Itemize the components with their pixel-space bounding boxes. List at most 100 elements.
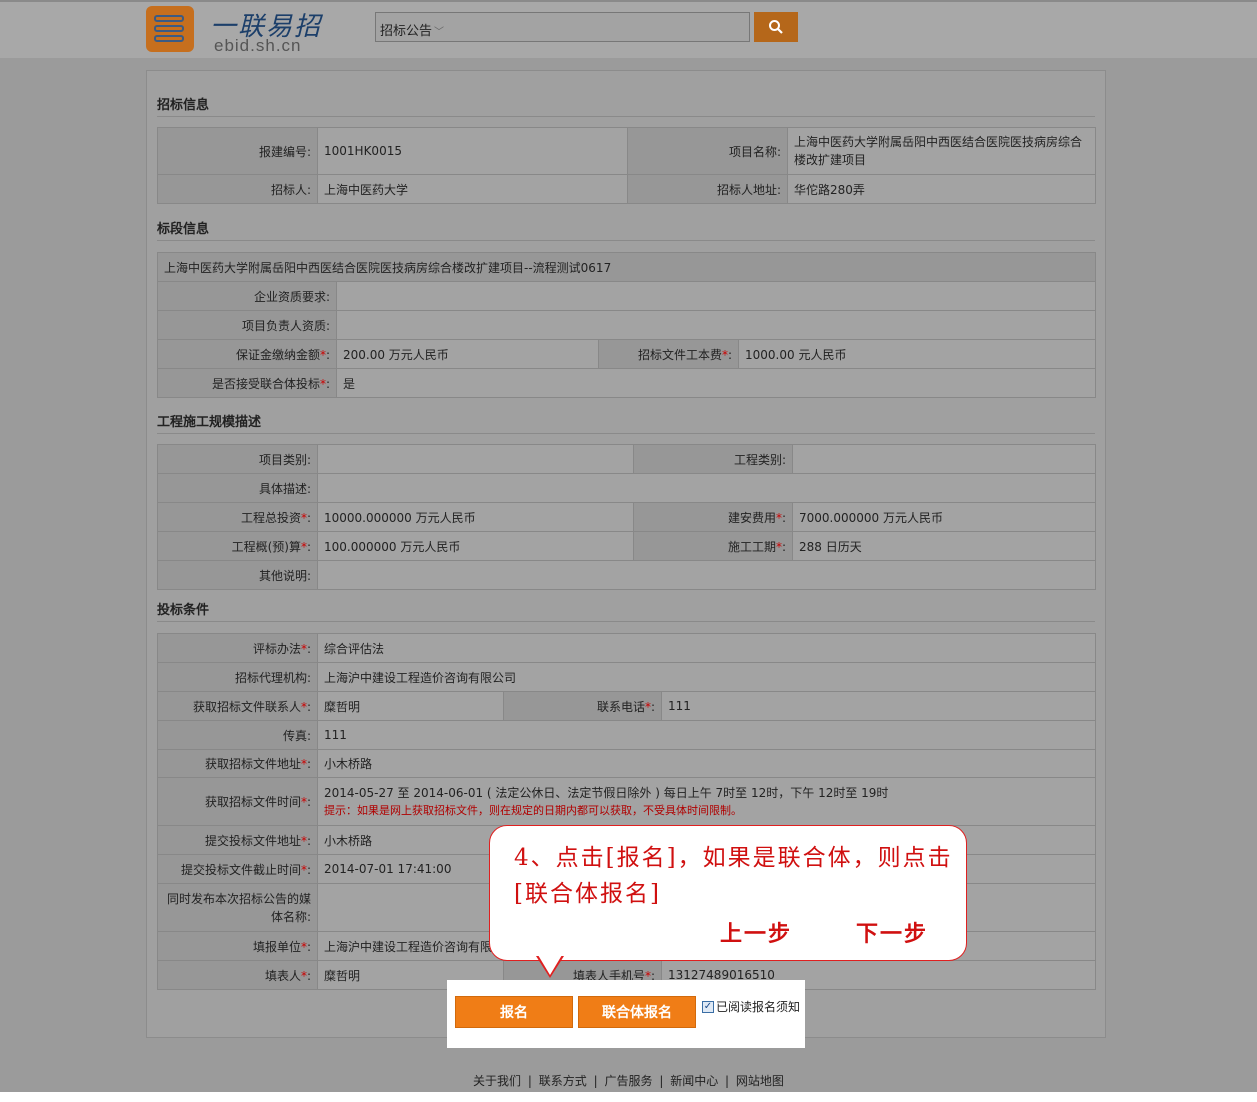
callout-next-button[interactable]: 下一步 xyxy=(856,916,928,948)
callout-prev-button[interactable]: 上一步 xyxy=(720,916,792,948)
doc-fee-label: 招标文件工本费*: xyxy=(598,339,739,369)
table-row: 项目类别: 工程类别: xyxy=(157,444,1096,474)
footer-separator: | xyxy=(527,1074,532,1088)
engineering-type-value xyxy=(792,444,1096,474)
footer-link-about[interactable]: 关于我们 xyxy=(473,1074,521,1088)
footer-separator: | xyxy=(593,1074,598,1088)
pm-qualification-label: 项目负责人资质: xyxy=(157,310,337,340)
footer-link-contact[interactable]: 联系方式 xyxy=(539,1074,587,1088)
footer-link-news[interactable]: 新闻中心 xyxy=(670,1074,718,1088)
table-row: 保证金缴纳金额*: 200.00 万元人民币 招标文件工本费*: 1000.00… xyxy=(157,339,1097,369)
reg-no-label: 报建编号: xyxy=(157,127,318,175)
project-name-label: 项目名称: xyxy=(627,127,788,175)
table-row: 上海中医药大学附属岳阳中西医结合医院医技病房综合楼改扩建项目--流程测试0617 xyxy=(156,252,1097,282)
page-bottom xyxy=(0,1092,1257,1102)
register-button[interactable]: 报名 xyxy=(455,996,573,1028)
total-investment-label: 工程总投资*: xyxy=(157,502,318,532)
evaluation-method-label: 评标办法*: xyxy=(157,633,318,663)
construction-period-label: 施工工期*: xyxy=(633,531,793,561)
consortium-label: 是否接受联合体投标*: xyxy=(157,368,337,398)
logo-text-en[interactable]: ebid.sh.cn xyxy=(214,36,302,56)
table-row: 获取招标文件联系人*: 糜哲明 联系电话*: 111 xyxy=(157,691,1097,721)
table-row: 获取招标文件时间*: 2014-05-27 至 2014-06-01 ( 法定公… xyxy=(157,777,1097,826)
evaluation-method-value: 综合评估法 xyxy=(316,633,1097,663)
deposit-value: 200.00 万元人民币 xyxy=(336,339,599,369)
footer-separator: | xyxy=(725,1074,730,1088)
table-row: 企业资质要求: xyxy=(157,281,1097,311)
doc-address-value: 小木桥路 xyxy=(316,749,1097,778)
other-notes-value xyxy=(317,560,1096,590)
scale-table: 项目类别: 工程类别: 具体描述: 工程总投资*: 10000.000000 万… xyxy=(157,444,1096,590)
phone-label: 联系电话*: xyxy=(503,691,662,721)
deadline-label: 提交投标文件截止时间*: xyxy=(157,854,318,884)
deposit-label: 保证金缴纳金额*: xyxy=(157,339,337,369)
table-row: 是否接受联合体投标*: 是 xyxy=(157,368,1097,398)
section-title-scale: 工程施工规模描述 xyxy=(157,415,262,430)
budget-value: 100.000000 万元人民币 xyxy=(317,531,634,561)
engineering-type-label: 工程类别: xyxy=(633,444,793,474)
total-investment-value: 10000.000000 万元人民币 xyxy=(317,502,634,532)
table-row: 项目负责人资质: xyxy=(157,310,1097,340)
doc-time-value: 2014-05-27 至 2014-06-01 ( 法定公休日、法定节假日除外 … xyxy=(316,777,1097,826)
table-row: 其他说明: xyxy=(157,560,1096,590)
project-name-value: 上海中医药大学附属岳阳中西医结合医院医技病房综合楼改扩建项目 xyxy=(787,127,1096,175)
pm-qualification-value xyxy=(335,310,1097,340)
table-row: 招标代理机构: 上海沪中建设工程造价咨询有限公司 xyxy=(157,662,1097,692)
fax-value: 111 xyxy=(316,720,1097,750)
search-category-label: 招标公告 xyxy=(380,24,433,39)
reg-no-value: 1001HK0015 xyxy=(317,127,628,175)
divider xyxy=(157,433,1095,434)
lot-info-table: 上海中医药大学附属岳阳中西医结合医院医技病房综合楼改扩建项目--流程测试0617… xyxy=(156,252,1097,398)
doc-address-label: 获取招标文件地址*: xyxy=(157,749,318,778)
construction-cost-value: 7000.000000 万元人民币 xyxy=(792,502,1096,532)
table-row: 获取招标文件地址*: 小木桥路 xyxy=(157,749,1097,778)
agency-value: 上海沪中建设工程造价咨询有限公司 xyxy=(316,662,1097,692)
section-title-bid-info: 招标信息 xyxy=(157,98,210,113)
footer-separator: | xyxy=(659,1074,664,1088)
contact-label: 获取招标文件联系人*: xyxy=(157,691,318,721)
phone-value: 111 xyxy=(660,691,1097,721)
divider xyxy=(157,240,1095,241)
section-title-lot-info: 标段信息 xyxy=(157,222,210,237)
project-category-value xyxy=(317,444,634,474)
section-title-conditions: 投标条件 xyxy=(157,603,210,618)
budget-label: 工程概(预)算*: xyxy=(157,531,318,561)
table-row: 工程总投资*: 10000.000000 万元人民币 建安费用*: 7000.0… xyxy=(157,502,1096,532)
tenderer-address-label: 招标人地址: xyxy=(627,174,788,204)
doc-time-text: 2014-05-27 至 2014-06-01 ( 法定公休日、法定节假日除外 … xyxy=(324,785,889,800)
qualification-value xyxy=(335,281,1097,311)
search-category-select[interactable]: 招标公告 ﹀ xyxy=(375,12,750,42)
other-notes-label: 其他说明: xyxy=(157,560,318,590)
doc-fee-value: 1000.00 元人民币 xyxy=(737,339,1097,369)
footer-links: 关于我们 | 联系方式 | 广告服务 | 新闻中心 | 网站地图 xyxy=(0,1072,1257,1089)
consortium-register-button[interactable]: 联合体报名 xyxy=(578,996,696,1028)
divider xyxy=(157,116,1095,117)
logo-icon[interactable] xyxy=(146,6,194,52)
fax-label: 传真: xyxy=(157,720,318,750)
callout-text: 4、点击[报名]，如果是联合体，则点击[联合体报名] xyxy=(514,845,953,907)
lot-title: 上海中医药大学附属岳阳中西医结合医院医技病房综合楼改扩建项目--流程测试0617 xyxy=(156,252,1097,282)
tutorial-callout: 4、点击[报名]，如果是联合体，则点击[联合体报名] 上一步 下一步 xyxy=(489,825,967,961)
table-row: 传真: 111 xyxy=(157,720,1097,750)
read-notice-label[interactable]: 已阅读报名须知 xyxy=(716,998,800,1015)
read-notice-checkbox[interactable]: ✓ xyxy=(702,1000,714,1013)
doc-time-hint: 提示：如果是网上获取招标文件，则在规定的日期内都可以获取，不受具体时间限制。 xyxy=(324,803,742,817)
callout-pointer-fill xyxy=(538,955,562,975)
table-row: 报建编号: 1001HK0015 项目名称: 上海中医药大学附属岳阳中西医结合医… xyxy=(157,127,1096,175)
search-button[interactable] xyxy=(754,12,798,42)
tenderer-address-value: 华佗路280弄 xyxy=(787,174,1096,204)
doc-time-label: 获取招标文件时间*: xyxy=(157,777,318,826)
footer-link-ads[interactable]: 广告服务 xyxy=(604,1074,652,1088)
bid-info-table: 报建编号: 1001HK0015 项目名称: 上海中医药大学附属岳阳中西医结合医… xyxy=(157,127,1096,204)
submit-address-label: 提交投标文件地址*: xyxy=(157,825,318,855)
table-row: 具体描述: xyxy=(157,473,1096,503)
construction-period-value: 288 日历天 xyxy=(792,531,1096,561)
search-icon xyxy=(769,20,783,34)
footer-link-sitemap[interactable]: 网站地图 xyxy=(736,1074,784,1088)
chevron-down-icon: ﹀ xyxy=(434,27,445,38)
qualification-label: 企业资质要求: xyxy=(157,281,337,311)
read-notice-checkbox-wrap[interactable]: ✓ 已阅读报名须知 xyxy=(702,998,800,1015)
site-header: 一联易招 ebid.sh.cn 招标公告 ﹀ xyxy=(0,0,1257,58)
media-label: 同时发布本次招标公告的媒体名称: xyxy=(157,883,318,932)
table-row: 招标人: 上海中医药大学 招标人地址: 华佗路280弄 xyxy=(157,174,1096,204)
